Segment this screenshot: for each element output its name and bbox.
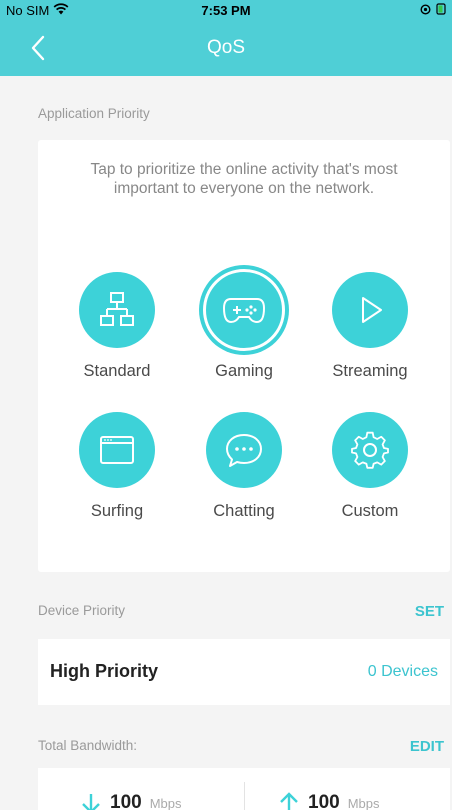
mode-standard-circle bbox=[79, 272, 155, 348]
status-bar: No SIM 7:53 PM bbox=[0, 0, 452, 20]
mode-gaming[interactable]: Gaming bbox=[189, 265, 299, 381]
upload-value: 100 bbox=[308, 792, 340, 810]
play-icon bbox=[362, 297, 382, 323]
orientation-lock-icon bbox=[420, 3, 431, 18]
status-bar-right bbox=[420, 3, 446, 18]
application-priority-description: Tap to prioritize the online activity th… bbox=[90, 161, 398, 197]
application-priority-label: Application Priority bbox=[38, 106, 150, 121]
gamepad-icon bbox=[222, 298, 266, 324]
set-button[interactable]: SET bbox=[415, 603, 444, 620]
status-time: 7:53 PM bbox=[201, 3, 251, 18]
mode-custom[interactable]: Custom bbox=[315, 412, 425, 521]
application-priority-card: Tap to prioritize the online activity th… bbox=[38, 140, 450, 572]
mode-standard-label: Standard bbox=[83, 362, 151, 380]
mode-chatting[interactable]: Chatting bbox=[189, 412, 299, 521]
mode-standard[interactable]: Standard bbox=[62, 272, 172, 381]
high-priority-title: High Priority bbox=[50, 661, 159, 681]
mode-surfing-circle bbox=[79, 412, 155, 488]
mode-custom-circle bbox=[332, 412, 408, 488]
arrow-down-icon bbox=[82, 794, 100, 810]
upload-bandwidth: 100 Mbps bbox=[278, 792, 380, 810]
total-bandwidth-label: Total Bandwidth: bbox=[38, 738, 138, 753]
upload-unit: Mbps bbox=[347, 796, 380, 810]
nav-bar: QoS bbox=[0, 20, 452, 76]
mode-chatting-circle bbox=[206, 412, 282, 488]
battery-icon bbox=[436, 3, 446, 18]
mode-surfing[interactable]: Surfing bbox=[62, 412, 172, 521]
chat-bubble-icon bbox=[226, 434, 262, 467]
mode-gaming-label: Gaming bbox=[215, 362, 273, 380]
mode-chatting-label: Chatting bbox=[213, 502, 275, 520]
edit-button[interactable]: EDIT bbox=[410, 738, 444, 755]
gear-icon bbox=[351, 431, 389, 469]
mode-streaming-circle bbox=[332, 272, 408, 348]
qos-screen: No SIM 7:53 PM QoS Application Priority … bbox=[0, 0, 452, 810]
download-value: 100 bbox=[110, 792, 142, 810]
download-bandwidth: 100 Mbps bbox=[80, 792, 182, 810]
mode-streaming[interactable]: Streaming bbox=[315, 272, 425, 381]
bandwidth-divider bbox=[244, 782, 245, 810]
high-priority-row[interactable]: High Priority 0 Devices bbox=[38, 639, 450, 705]
download-unit: Mbps bbox=[149, 796, 182, 810]
high-priority-device-count: 0 Devices bbox=[367, 663, 438, 680]
arrow-up-icon bbox=[280, 792, 298, 810]
mode-custom-label: Custom bbox=[341, 502, 399, 520]
device-priority-label: Device Priority bbox=[38, 603, 126, 618]
bandwidth-card: 100 Mbps 100 Mbps bbox=[38, 768, 450, 810]
mode-streaming-label: Streaming bbox=[332, 362, 408, 380]
mode-gaming-circle bbox=[199, 265, 289, 355]
browser-window-icon bbox=[100, 436, 134, 464]
network-topology-icon bbox=[100, 292, 134, 326]
page-title: QoS bbox=[206, 37, 246, 58]
mode-surfing-label: Surfing bbox=[90, 502, 144, 520]
